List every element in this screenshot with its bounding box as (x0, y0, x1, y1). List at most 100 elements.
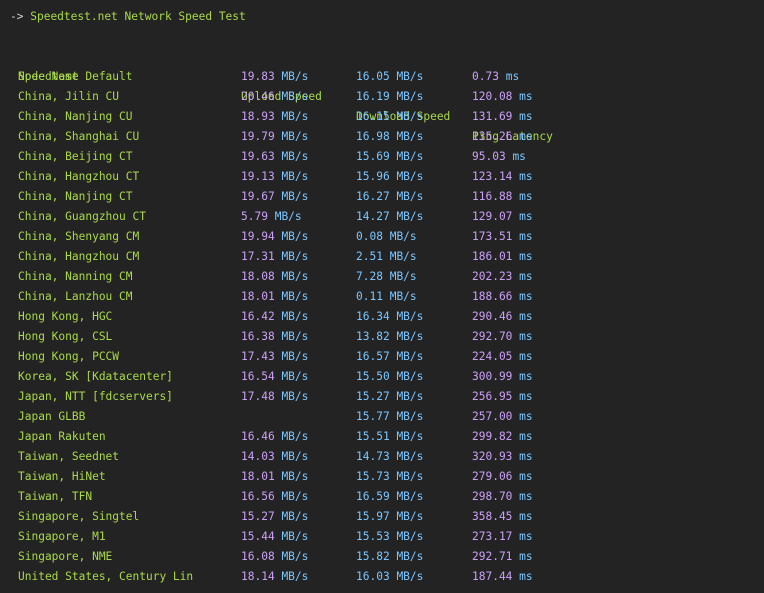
upload-speed: 19.83 MB/s (241, 67, 308, 87)
table-row: Singapore, NME 16.08 MB/s 15.82 MB/s 292.71… (0, 547, 764, 567)
ping-unit: ms (519, 250, 533, 263)
node-name-text: Taiwan, HiNet (18, 470, 106, 483)
node-name: Singapore, NME (18, 547, 112, 567)
node-name-text: China, Hangzhou CT (18, 170, 140, 183)
ping-latency: 120.08 ms (472, 87, 533, 107)
download-value: 0.11 (356, 290, 383, 303)
table-row: Speedtest Default 19.83 MB/s 16.05 MB/s 0.7… (0, 67, 764, 87)
node-name-text: Speedtest Default (18, 70, 133, 83)
ping-unit: ms (519, 490, 533, 503)
table-row: China, Hangzhou CT 19.13 MB/s 15.96 MB/s 12… (0, 167, 764, 187)
download-unit: MB/s (396, 210, 424, 223)
node-name: Taiwan, TFN (18, 487, 92, 507)
upload-speed: 19.79 MB/s (241, 127, 308, 147)
download-unit: MB/s (396, 490, 424, 503)
upload-unit: MB/s (281, 330, 309, 343)
download-value: 14.27 (356, 210, 390, 223)
node-name: China, Lanzhou CM (18, 287, 133, 307)
ping-latency: 320.93 ms (472, 447, 533, 467)
node-name: Japan, NTT [fdcservers] (18, 387, 173, 407)
download-speed: 15.82 MB/s (356, 547, 423, 567)
download-unit: MB/s (396, 130, 424, 143)
table-row: Taiwan, HiNet 18.01 MB/s 15.73 MB/s 279.06 … (0, 467, 764, 487)
download-speed: 15.96 MB/s (356, 167, 423, 187)
table-row: China, Nanning CM 18.08 MB/s 7.28 MB/s 202.… (0, 267, 764, 287)
node-name: Japan Rakuten (18, 427, 106, 447)
upload-unit: MB/s (281, 90, 309, 103)
upload-value: 16.46 (241, 430, 275, 443)
upload-speed: 5.79 MB/s (241, 207, 302, 227)
ping-unit: ms (519, 390, 533, 403)
node-name: Korea, SK [Kdatacenter] (18, 367, 173, 387)
upload-value: 17.31 (241, 250, 275, 263)
node-name-text: Hong Kong, CSL (18, 330, 113, 343)
download-value: 16.34 (356, 310, 390, 323)
upload-speed: 16.54 MB/s (241, 367, 308, 387)
node-name-text: Singapore, Singtel (18, 510, 140, 523)
upload-unit: MB/s (281, 130, 309, 143)
ping-latency: 279.06 ms (472, 467, 533, 487)
download-speed: 15.53 MB/s (356, 527, 423, 547)
upload-unit: MB/s (281, 290, 309, 303)
ping-unit: ms (519, 550, 533, 563)
upload-value: 19.83 (241, 70, 275, 83)
download-unit: MB/s (396, 550, 424, 563)
upload-unit: MB/s (281, 430, 309, 443)
ping-latency: 299.82 ms (472, 427, 533, 447)
upload-value: 18.14 (241, 570, 275, 583)
ping-value: 273.17 (472, 530, 513, 543)
ping-value: 358.45 (472, 510, 513, 523)
ping-value: 202.23 (472, 270, 513, 283)
ping-value: 299.82 (472, 430, 513, 443)
download-unit: MB/s (396, 370, 424, 383)
download-speed: 16.15 MB/s (356, 107, 423, 127)
download-speed: 0.08 MB/s (356, 227, 417, 247)
download-speed: 16.27 MB/s (356, 187, 423, 207)
upload-unit: MB/s (274, 210, 302, 223)
table-row: Japan GLBB 15.77 MB/s 257.00 ms (0, 407, 764, 427)
node-name: Taiwan, Seednet (18, 447, 119, 467)
table-row: China, Beijing CT 19.63 MB/s 15.69 MB/s 95.… (0, 147, 764, 167)
ping-unit: ms (519, 270, 533, 283)
download-speed: 14.27 MB/s (356, 207, 423, 227)
node-name-text: Taiwan, TFN (18, 490, 93, 503)
ping-latency: 298.70 ms (472, 487, 533, 507)
download-speed: 15.97 MB/s (356, 507, 423, 527)
table-row: Japan, NTT [fdcservers] 17.48 MB/s 15.27 M… (0, 387, 764, 407)
table-row: China, Nanjing CT 19.67 MB/s 16.27 MB/s 116… (0, 187, 764, 207)
download-speed: 13.82 MB/s (356, 327, 423, 347)
download-unit: MB/s (396, 150, 424, 163)
ping-unit: ms (519, 370, 533, 383)
download-unit: MB/s (396, 170, 424, 183)
ping-latency: 186.01 ms (472, 247, 533, 267)
upload-value: 16.38 (241, 330, 275, 343)
download-value: 15.82 (356, 550, 390, 563)
upload-unit: MB/s (281, 190, 309, 203)
node-name: Singapore, Singtel (18, 507, 139, 527)
ping-value: 224.05 (472, 350, 513, 363)
node-name: China, Beijing CT (18, 147, 133, 167)
node-name: China, Nanjing CU (18, 107, 133, 127)
download-speed: 14.73 MB/s (356, 447, 423, 467)
upload-speed: 18.93 MB/s (241, 107, 308, 127)
table-row: Taiwan, TFN 16.56 MB/s 16.59 MB/s 298.70 ms (0, 487, 764, 507)
upload-value: 5.79 (241, 210, 268, 223)
node-name-text: China, Nanjing CT (18, 190, 133, 203)
download-speed: 16.57 MB/s (356, 347, 423, 367)
download-unit: MB/s (396, 570, 424, 583)
ping-latency: 202.23 ms (472, 267, 533, 287)
upload-speed: 15.27 MB/s (241, 507, 308, 527)
ping-unit: ms (519, 90, 533, 103)
download-value: 16.03 (356, 570, 390, 583)
node-name-text: United States, Century Lin (18, 570, 194, 583)
ping-unit: ms (519, 170, 533, 183)
node-name-text: China, Beijing CT (18, 150, 133, 163)
ping-latency: 187.44 ms (472, 567, 533, 587)
table-header: Node Name Upload Speed Download Speed Pi… (0, 47, 764, 143)
download-unit: MB/s (389, 290, 417, 303)
download-value: 16.15 (356, 110, 390, 123)
upload-unit: MB/s (281, 530, 309, 543)
download-speed: 16.03 MB/s (356, 567, 423, 587)
download-unit: MB/s (396, 110, 424, 123)
ping-latency: 273.17 ms (472, 527, 533, 547)
